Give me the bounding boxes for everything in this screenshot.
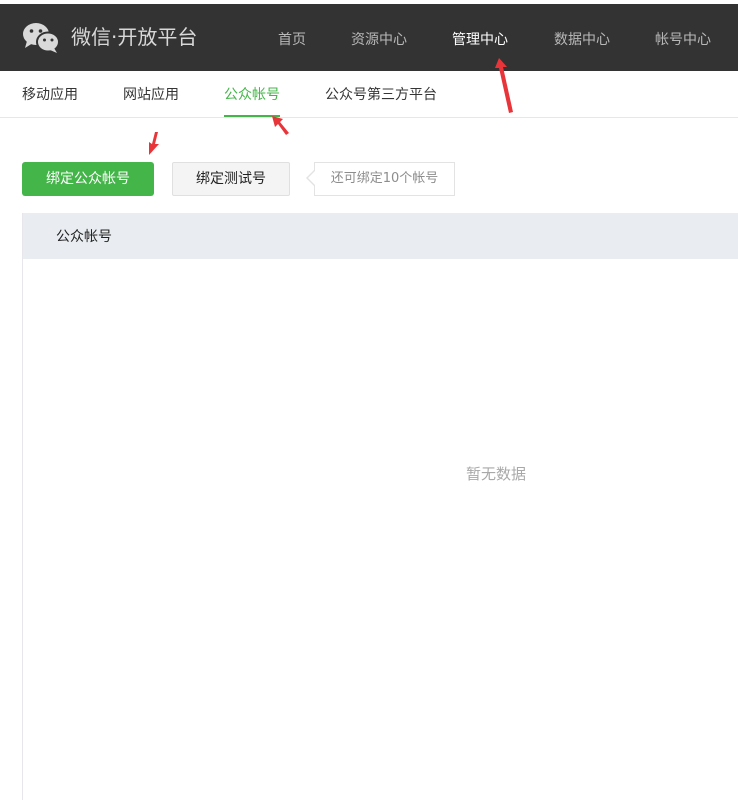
- tab-website-apps[interactable]: 网站应用: [123, 86, 179, 104]
- table-header: 公众帐号: [23, 213, 738, 259]
- nav-data-center[interactable]: 数据中心: [554, 31, 610, 49]
- tab-third-party-platform[interactable]: 公众号第三方平台: [325, 86, 437, 104]
- tab-mobile-apps[interactable]: 移动应用: [22, 86, 78, 104]
- top-header: 微信·开放平台 首页 资源中心 管理中心 数据中心 帐号中心: [0, 4, 738, 71]
- bind-official-account-button[interactable]: 绑定公众帐号: [22, 162, 154, 196]
- tab-official-accounts[interactable]: 公众帐号: [224, 86, 280, 104]
- accounts-table: 公众帐号: [22, 213, 738, 800]
- nav-management-center[interactable]: 管理中心: [452, 31, 508, 49]
- sub-navigation: 移动应用 网站应用 公众帐号 公众号第三方平台: [0, 71, 738, 118]
- nav-resource-center[interactable]: 资源中心: [351, 31, 407, 49]
- brand-title: 微信·开放平台: [71, 25, 198, 49]
- annotation-arrow-button: [149, 132, 159, 155]
- empty-state-text: 暂无数据: [466, 465, 527, 483]
- wechat-logo-icon: [23, 23, 60, 53]
- active-tab-indicator: [224, 115, 280, 117]
- nav-account-center[interactable]: 帐号中心: [655, 31, 711, 49]
- remaining-binds-tip: 还可绑定10个帐号: [314, 162, 455, 196]
- column-header-official-account: 公众帐号: [56, 229, 112, 245]
- nav-home[interactable]: 首页: [278, 31, 306, 49]
- tip-arrow-fill: [308, 171, 315, 185]
- bind-test-account-button[interactable]: 绑定测试号: [172, 162, 290, 196]
- annotation-arrow-tab: [272, 116, 289, 135]
